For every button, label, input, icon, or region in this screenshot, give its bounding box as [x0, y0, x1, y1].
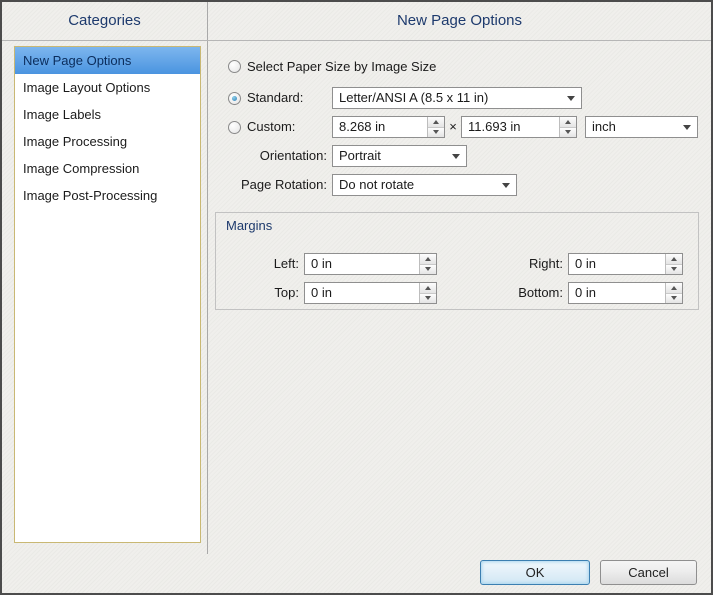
category-item-new-page-options[interactable]: New Page Options	[15, 47, 200, 74]
spinner-buttons	[665, 254, 682, 274]
spin-up-icon[interactable]	[428, 117, 444, 128]
new-page-options-dialog: Categories New Page Options New Page Opt…	[0, 0, 713, 595]
spin-down-icon[interactable]	[420, 294, 436, 304]
chevron-down-icon	[452, 154, 460, 159]
page-rotation-label: Page Rotation:	[207, 174, 327, 196]
header-divider	[2, 40, 711, 41]
spinner-buttons	[665, 283, 682, 303]
ok-button[interactable]: OK	[480, 560, 590, 585]
category-item-image-processing[interactable]: Image Processing	[15, 128, 200, 155]
panel-divider	[207, 2, 208, 554]
page-rotation-select[interactable]: Do not rotate	[332, 174, 517, 196]
unit-select[interactable]: inch	[585, 116, 698, 138]
standard-size-value: Letter/ANSI A (8.5 x 11 in)	[339, 88, 561, 108]
standard-label: Standard:	[247, 87, 303, 109]
cancel-button[interactable]: Cancel	[600, 560, 697, 585]
spin-up-icon[interactable]	[666, 283, 682, 294]
orientation-label: Orientation:	[207, 145, 327, 167]
paper-by-image-size-label: Select Paper Size by Image Size	[247, 56, 436, 78]
spin-down-icon[interactable]	[666, 265, 682, 275]
margin-right-spinner[interactable]: 0 in	[568, 253, 683, 275]
category-item-image-labels[interactable]: Image Labels	[15, 101, 200, 128]
spin-up-icon[interactable]	[560, 117, 576, 128]
radio-selected-dot	[232, 96, 237, 101]
spin-down-icon[interactable]	[666, 294, 682, 304]
orientation-value: Portrait	[339, 146, 446, 166]
margin-top-spinner[interactable]: 0 in	[304, 282, 437, 304]
orientation-select[interactable]: Portrait	[332, 145, 467, 167]
chevron-down-icon	[502, 183, 510, 188]
spin-up-icon[interactable]	[420, 283, 436, 294]
spin-up-icon[interactable]	[666, 254, 682, 265]
category-item-image-post-processing[interactable]: Image Post-Processing	[15, 182, 200, 209]
margin-bottom-value: 0 in	[575, 283, 662, 303]
margin-left-spinner[interactable]: 0 in	[304, 253, 437, 275]
radio-standard[interactable]	[228, 92, 241, 105]
margin-left-value: 0 in	[311, 254, 416, 274]
margin-top-label: Top:	[216, 282, 299, 304]
margin-bottom-label: Bottom:	[486, 282, 563, 304]
chevron-down-icon	[683, 125, 691, 130]
spin-up-icon[interactable]	[420, 254, 436, 265]
radio-custom[interactable]	[228, 121, 241, 134]
category-item-image-compression[interactable]: Image Compression	[15, 155, 200, 182]
spin-down-icon[interactable]	[560, 128, 576, 138]
spinner-buttons	[419, 254, 436, 274]
multiply-symbol: ×	[447, 116, 459, 138]
margin-right-value: 0 in	[575, 254, 662, 274]
page-rotation-value: Do not rotate	[339, 175, 496, 195]
categories-list: New Page Options Image Layout Options Im…	[14, 46, 201, 543]
unit-value: inch	[592, 117, 677, 137]
category-item-image-layout-options[interactable]: Image Layout Options	[15, 74, 200, 101]
standard-size-select[interactable]: Letter/ANSI A (8.5 x 11 in)	[332, 87, 582, 109]
margins-group: Margins Left: 0 in Right: 0 in Top: 0 in	[215, 212, 699, 310]
margin-bottom-spinner[interactable]: 0 in	[568, 282, 683, 304]
custom-label: Custom:	[247, 116, 295, 138]
custom-height-spinner[interactable]: 11.693 in	[461, 116, 577, 138]
custom-height-value: 11.693 in	[468, 117, 556, 137]
page-title: New Page Options	[208, 12, 711, 29]
custom-width-spinner[interactable]: 8.268 in	[332, 116, 445, 138]
spinner-buttons	[419, 283, 436, 303]
spinner-buttons	[559, 117, 576, 137]
margin-top-value: 0 in	[311, 283, 416, 303]
radio-paper-by-image-size[interactable]	[228, 60, 241, 73]
custom-width-value: 8.268 in	[339, 117, 424, 137]
spinner-buttons	[427, 117, 444, 137]
margins-title: Margins	[226, 218, 272, 233]
spin-down-icon[interactable]	[428, 128, 444, 138]
spin-down-icon[interactable]	[420, 265, 436, 275]
margin-left-label: Left:	[216, 253, 299, 275]
margin-right-label: Right:	[486, 253, 563, 275]
chevron-down-icon	[567, 96, 575, 101]
categories-header: Categories	[2, 12, 207, 29]
